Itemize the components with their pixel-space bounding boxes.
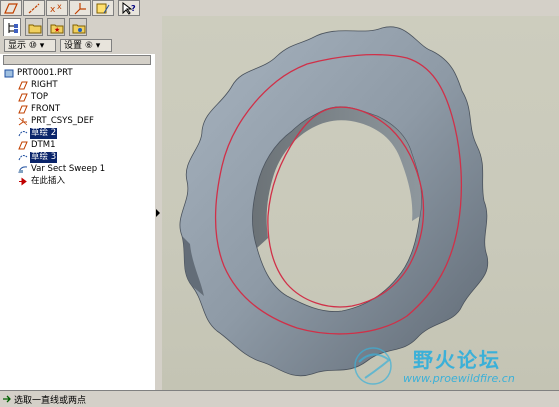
tree-filter-bar[interactable] (3, 55, 151, 65)
datum-plane-icon (18, 93, 28, 102)
model-view[interactable] (162, 16, 559, 390)
collapse-arrow-icon[interactable] (156, 209, 160, 217)
model-tree-tab-icon[interactable] (3, 18, 21, 36)
tree-item-label: PRT0001.PRT (17, 68, 73, 78)
tree-menu-row: 显示 ⑩ ▾ 设置 ⑥ ▾ (0, 38, 155, 54)
datum-plane-icon (18, 141, 28, 150)
sweep-feature-icon (18, 166, 28, 174)
datum-plane-icon (18, 81, 28, 90)
tree-item-label: Var Sect Sweep 1 (31, 164, 106, 174)
watermark-url: www.proewildfire.cn (403, 372, 515, 385)
whats-this-help-icon[interactable]: ? (118, 0, 140, 16)
forum-watermark: 野火论坛 www.proewildfire.cn (345, 340, 555, 390)
panel-splitter[interactable] (155, 16, 162, 390)
coordinate-system-icon (18, 117, 28, 126)
annotation-display-icon[interactable] (92, 0, 114, 16)
tree-item-label: 在此插入 (31, 176, 66, 186)
insert-here-arrow-icon (19, 177, 27, 186)
navigator-tabs: ★ (0, 16, 155, 38)
status-bullet-icon (3, 395, 11, 403)
show-menu-button[interactable]: 显示 ⑩ ▾ (4, 39, 56, 52)
datum-plane-display-icon[interactable] (0, 0, 22, 16)
datum-point-display-icon[interactable]: xx (46, 0, 68, 16)
status-message: 选取一直线或两点 (14, 396, 87, 406)
sweep-solid-outer[interactable] (179, 26, 489, 377)
datum-axis-display-icon[interactable] (23, 0, 45, 16)
sketch-icon (18, 155, 28, 161)
tree-item-label: 草绘 3 (30, 152, 58, 163)
connections-tab-icon[interactable] (69, 18, 87, 36)
svg-text:★: ★ (54, 26, 60, 34)
tree-item-label: DTM1 (31, 140, 56, 150)
folder-browser-tab-icon[interactable] (25, 18, 43, 36)
tree-item-label: PRT_CSYS_DEF (31, 116, 94, 126)
forum-logo-icon (354, 347, 392, 385)
tree-item-label: RIGHT (31, 80, 58, 90)
favorites-tab-icon[interactable]: ★ (47, 18, 65, 36)
datum-plane-icon (18, 105, 28, 114)
toolbar: xx ? (0, 0, 559, 16)
svg-text:?: ? (131, 4, 136, 13)
navigator-panel: ★ 显示 ⑩ ▾ 设置 ⑥ ▾ PRT0001.PRT RIGHT TOP FR… (0, 16, 156, 390)
status-bar: 选取一直线或两点 (0, 390, 559, 407)
sketch-icon (18, 131, 28, 137)
settings-menu-button[interactable]: 设置 ⑥ ▾ (60, 39, 112, 52)
part-icon (4, 69, 14, 78)
svg-text:x: x (57, 2, 62, 11)
tree-item-label: TOP (31, 92, 49, 102)
tree-item-label: FRONT (31, 104, 61, 114)
watermark-title: 野火论坛 (413, 348, 501, 372)
tree-item-label: 草绘 2 (30, 128, 58, 139)
graphics-viewport[interactable]: 野火论坛 www.proewildfire.cn (162, 16, 559, 390)
csys-display-icon[interactable] (69, 0, 91, 16)
svg-text:x: x (50, 5, 56, 15)
